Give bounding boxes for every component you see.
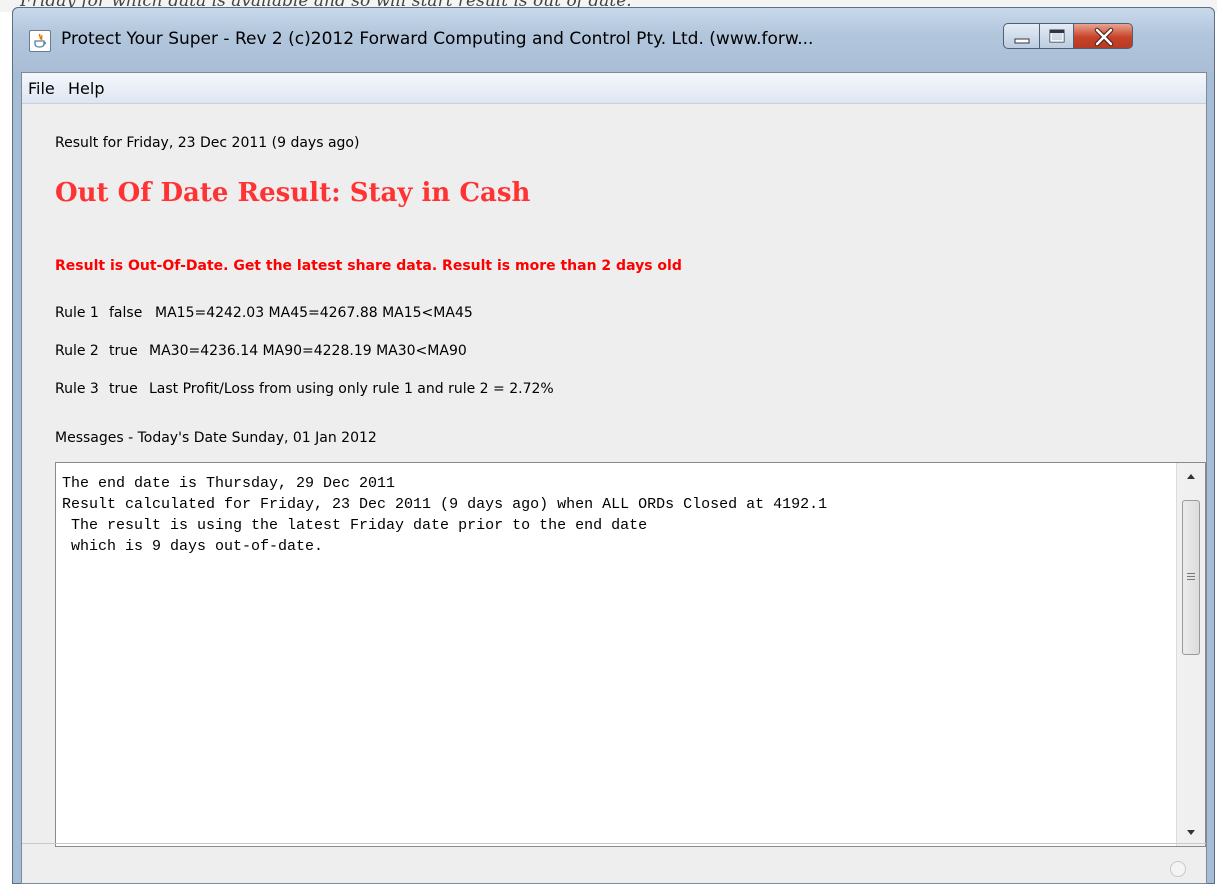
window-title: Protect Your Super - Rev 2 (c)2012 Forwa… [61,29,814,49]
java-icon[interactable] [29,30,51,52]
maximize-icon [1049,29,1065,43]
client-area: File Help Result for Friday, 23 Dec 2011… [21,72,1207,884]
message-line: which is 9 days out-of-date. [62,538,324,555]
rule-detail: MA15=4242.03 MA45=4267.88 MA15<MA45 [155,305,473,321]
messages-text: The end date is Thursday, 29 Dec 2011 Re… [62,473,1180,557]
arrow-down-icon [1187,830,1195,835]
result-headline: Out Of Date Result: Stay in Cash [55,178,531,208]
rule-detail: MA30=4236.14 MA90=4228.19 MA30<MA90 [149,343,467,359]
rule-value: true [109,381,138,397]
scroll-down-button[interactable] [1177,818,1205,846]
status-bar-divider [22,843,1206,844]
rule-value: true [109,343,138,359]
maximize-button[interactable] [1039,23,1074,49]
scrollbar-thumb[interactable] [1182,500,1200,655]
vertical-scrollbar[interactable] [1176,463,1205,846]
thumb-grip-line [1187,573,1195,574]
messages-text-area[interactable]: The end date is Thursday, 29 Dec 2011 Re… [55,462,1206,847]
messages-label: Messages - Today's Date Sunday, 01 Jan 2… [55,430,377,446]
thumb-grip-line [1187,579,1195,580]
menu-file[interactable]: File [28,79,55,98]
close-button[interactable] [1073,23,1133,49]
message-line: The end date is Thursday, 29 Dec 2011 [62,475,396,492]
busy-indicator-icon [1170,861,1186,877]
thumb-grip-line [1187,576,1195,577]
minimize-icon [1014,38,1030,44]
rule-detail: Last Profit/Loss from using only rule 1 … [149,381,554,397]
menu-help[interactable]: Help [68,79,104,98]
message-line: The result is using the latest Friday da… [62,517,648,534]
rule-value: false [109,305,143,321]
menu-bar: File Help [22,73,1206,104]
out-of-date-warning: Result is Out-Of-Date. Get the latest sh… [55,258,682,274]
rule-name: Rule 1 [55,305,99,321]
app-window: Protect Your Super - Rev 2 (c)2012 Forwa… [12,7,1215,884]
rule-name: Rule 2 [55,343,99,359]
result-date-label: Result for Friday, 23 Dec 2011 (9 days a… [55,135,360,151]
title-bar[interactable]: Protect Your Super - Rev 2 (c)2012 Forwa… [13,8,1214,72]
message-line: Result calculated for Friday, 23 Dec 201… [62,496,828,513]
minimize-button[interactable] [1003,23,1040,49]
arrow-up-icon [1187,474,1195,479]
rule-name: Rule 3 [55,381,99,397]
close-icon [1094,27,1114,47]
scroll-up-button[interactable] [1177,463,1205,491]
